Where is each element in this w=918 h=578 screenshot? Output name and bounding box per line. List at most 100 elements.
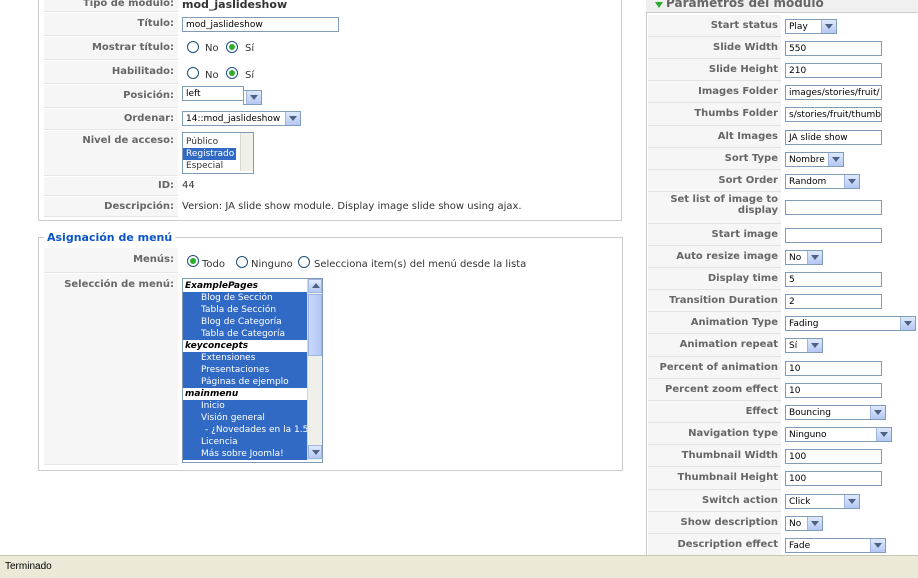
menus-all-radio[interactable] <box>187 255 199 267</box>
chevron-down-icon <box>870 406 885 419</box>
param-label: Navigation type <box>688 428 778 439</box>
chevron-down-icon <box>844 495 859 508</box>
menus-label: Menús: <box>133 254 174 265</box>
menu-list-item[interactable]: Blog de Sección <box>183 292 322 304</box>
title-input[interactable]: mod_jaslideshow <box>182 17 339 32</box>
menu-group-label[interactable]: ExamplePages <box>183 280 307 292</box>
menu-group-label[interactable]: mainmenu <box>183 388 307 400</box>
param-select[interactable]: Nombre <box>785 152 844 167</box>
param-select[interactable]: No <box>785 250 823 265</box>
param-input[interactable]: 2 <box>785 294 882 309</box>
menu-list-item[interactable]: Licencia <box>183 436 322 448</box>
module-type-label: Tipo de módulo: <box>82 0 174 9</box>
param-label: Description effect <box>677 539 778 550</box>
param-select[interactable]: Click <box>785 494 860 509</box>
param-input[interactable] <box>785 200 882 215</box>
param-label: Slide Width <box>713 42 778 53</box>
enabled-no-label: No <box>205 70 219 81</box>
title-label: Título: <box>137 18 174 29</box>
label-cell <box>44 274 178 465</box>
menu-list-scrollbar[interactable] <box>307 279 322 460</box>
access-option-registered[interactable]: Registrado <box>183 148 236 160</box>
access-level-listbox[interactable]: Público Registrado Especial <box>182 132 254 174</box>
param-select[interactable]: Ninguno <box>785 427 892 442</box>
param-label: Switch action <box>701 495 778 506</box>
param-select[interactable]: Fading <box>785 316 916 331</box>
menu-list-item[interactable]: Tabla de Sección <box>183 304 322 316</box>
param-input[interactable]: 210 <box>785 63 882 78</box>
access-option-public[interactable]: Público <box>183 136 242 148</box>
chevron-down-icon <box>807 517 822 530</box>
param-select[interactable]: Bouncing <box>785 405 886 420</box>
param-select-value: Play <box>789 22 808 32</box>
param-input[interactable]: 550 <box>785 41 882 56</box>
show-title-no-label: No <box>205 43 219 54</box>
param-input[interactable]: s/stories/fruit/thumbs <box>785 107 882 122</box>
param-label: Thumbs Folder <box>694 108 778 119</box>
param-select-value: Random <box>789 177 827 187</box>
params-title: Parametros del módulo <box>666 0 824 10</box>
description-label: Descripción: <box>104 201 174 212</box>
scroll-down-button[interactable] <box>308 445 322 459</box>
access-option-special[interactable]: Especial <box>183 160 242 172</box>
param-select-value: Fade <box>789 541 811 551</box>
param-label: Animation repeat <box>679 339 778 350</box>
chevron-down-icon <box>844 175 859 188</box>
order-select-value: 14::mod_jaslideshow <box>186 114 281 124</box>
menus-select-label: Selecciona item(s) del menú desde la lis… <box>314 259 527 270</box>
param-select[interactable]: Random <box>785 174 860 189</box>
param-input[interactable]: images/stories/fruit/ <box>785 85 882 100</box>
menu-list-item[interactable]: Tabla de Categoría <box>183 328 322 340</box>
menu-group-label[interactable]: keyconcepts <box>183 340 307 352</box>
param-select[interactable]: Play <box>785 19 837 34</box>
position-combo-input[interactable]: left <box>182 86 244 101</box>
menus-all-label: Todo <box>202 259 225 270</box>
access-scrollbar[interactable] <box>240 133 253 171</box>
menu-selection-listbox[interactable]: ExamplePages Blog de Sección Tabla de Secc… <box>182 278 323 463</box>
param-label: Transition Duration <box>669 295 778 306</box>
param-input[interactable]: 5 <box>785 272 882 287</box>
scroll-thumb[interactable] <box>308 294 322 356</box>
scroll-up-button[interactable] <box>308 279 322 293</box>
enabled-no-radio[interactable] <box>187 67 199 79</box>
menu-list-item[interactable]: Presentaciones <box>183 364 322 376</box>
param-input[interactable]: 10 <box>785 383 882 398</box>
menu-list-item[interactable]: Inicio <box>183 400 322 412</box>
menu-list-item[interactable]: Blog de Categoría <box>183 316 322 328</box>
description-value: Version: JA slide show module. Display i… <box>182 201 522 212</box>
param-label: Sort Order <box>718 175 778 186</box>
param-label: Show description <box>680 517 778 528</box>
id-value: 44 <box>182 180 195 191</box>
position-label: Posición: <box>123 90 174 101</box>
param-input[interactable]: 100 <box>785 471 882 486</box>
param-input[interactable]: 100 <box>785 449 882 464</box>
menus-none-radio[interactable] <box>236 256 248 268</box>
enabled-yes-radio[interactable] <box>226 67 238 79</box>
menu-list-item[interactable]: Extensiones <box>183 352 322 364</box>
param-select[interactable]: No <box>785 516 823 531</box>
show-title-no-radio[interactable] <box>187 41 199 53</box>
status-text: Terminado <box>5 561 52 572</box>
param-select-value: Bouncing <box>789 408 831 418</box>
show-title-yes-radio[interactable] <box>226 41 238 53</box>
param-label: Start image <box>711 229 778 240</box>
menu-assignment-legend: Asignación de menú <box>44 231 176 244</box>
param-input[interactable]: 10 <box>785 361 882 376</box>
param-input[interactable] <box>785 228 882 243</box>
position-select[interactable] <box>243 90 262 105</box>
param-select-value: Nombre <box>789 155 825 165</box>
order-select[interactable]: 14::mod_jaslideshow <box>182 111 301 126</box>
menu-list-item[interactable]: Páginas de ejemplo <box>183 376 322 388</box>
param-input[interactable]: JA slide show <box>785 130 882 145</box>
param-select[interactable]: Sí <box>785 338 823 353</box>
menus-select-radio[interactable] <box>298 256 310 268</box>
menu-list-item[interactable]: Visión general <box>183 412 322 424</box>
param-label: Effect <box>745 406 778 417</box>
param-select[interactable]: Fade <box>785 538 886 553</box>
menu-list-item[interactable]: - ¿Novedades en la 1.5? <box>183 424 322 436</box>
chevron-down-icon <box>828 153 843 166</box>
status-bar: Terminado <box>0 555 918 578</box>
menu-selection-label: Selección de menú: <box>64 279 174 290</box>
param-label: Thumbnail Height <box>677 472 778 483</box>
menu-list-item[interactable]: Más sobre Joomla! <box>183 448 322 460</box>
